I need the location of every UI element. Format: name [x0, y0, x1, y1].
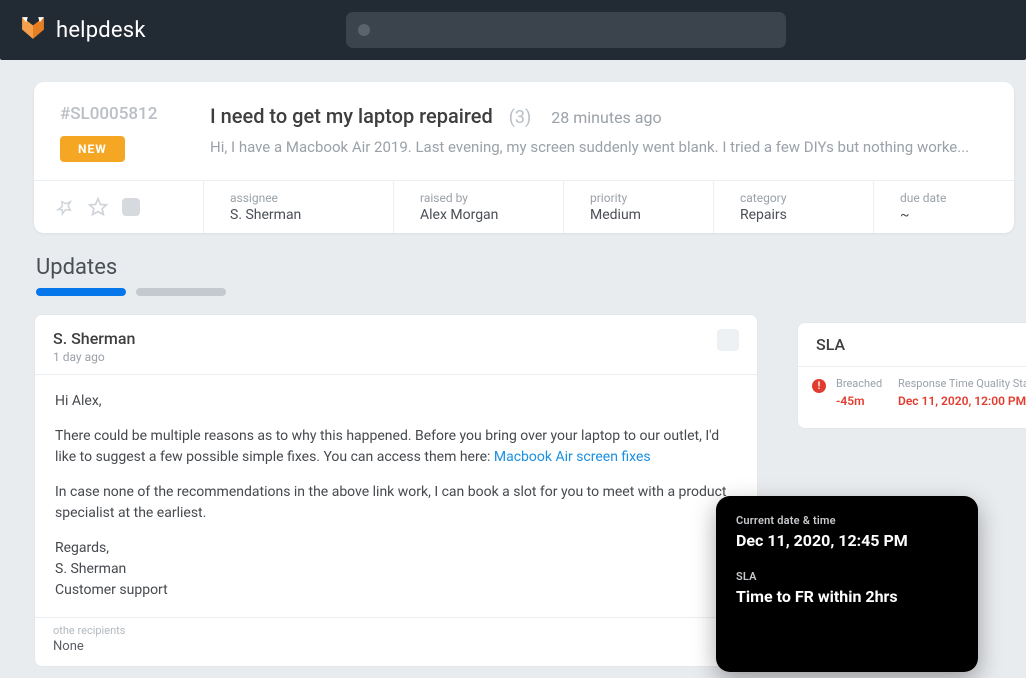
alert-icon: ! — [812, 379, 826, 393]
fixes-link[interactable]: Macbook Air screen fixes — [494, 449, 651, 465]
pin-icon[interactable] — [56, 198, 74, 216]
duedate-value: ~ — [900, 207, 968, 223]
ticket-preview: Hi, I have a Macbook Air 2019. Last even… — [210, 138, 988, 156]
app-name: helpdesk — [56, 18, 146, 43]
sla-delta: -45m — [836, 394, 888, 408]
ticket-age: 28 minutes ago — [551, 108, 661, 127]
other-recipients-label: othe recipients — [53, 624, 739, 637]
ticket-id: #SL0005812 — [60, 104, 210, 124]
updates-progress — [36, 288, 1026, 296]
category-value: Repairs — [740, 207, 847, 223]
raisedby-value: Alex Morgan — [420, 207, 537, 223]
update-select-checkbox[interactable] — [717, 329, 739, 351]
sla-status-label: Breached — [836, 377, 888, 390]
updates-heading: Updates — [36, 255, 1026, 280]
topbar: helpdesk — [0, 0, 1026, 60]
ticket-meta-row: assignee S. Sherman raised by Alex Morga… — [34, 180, 1014, 233]
star-icon[interactable] — [88, 197, 108, 217]
signoff-role: Customer support — [55, 582, 168, 598]
progress-segment — [136, 288, 226, 296]
other-recipients-value: None — [53, 639, 739, 654]
update-time: 1 day ago — [53, 350, 135, 364]
sla-panel: SLA ! Breached -45m Response Time Qualit… — [797, 322, 1026, 429]
search-indicator-icon — [358, 24, 370, 36]
ticket-title: I need to get my laptop repaired — [210, 104, 493, 128]
update-greeting: Hi Alex, — [55, 391, 737, 412]
ticket-card[interactable]: #SL0005812 NEW I need to get my laptop r… — [34, 82, 1014, 233]
update-card: S. Sherman 1 day ago Hi Alex, There coul… — [34, 314, 758, 667]
reply-count: (3) — [509, 107, 532, 128]
duedate-label: due date — [900, 191, 968, 205]
priority-value: Medium — [590, 207, 687, 223]
overlay-datetime-label: Current date & time — [736, 514, 958, 527]
priority-label: priority — [590, 191, 687, 205]
status-badge: NEW — [60, 136, 125, 162]
brand: helpdesk — [20, 15, 146, 45]
update-body: Hi Alex, There could be multiple reasons… — [35, 375, 757, 617]
update-paragraph-1: There could be multiple reasons as to wh… — [55, 426, 737, 468]
progress-segment-active — [36, 288, 126, 296]
sla-standard-label: Response Time Quality Stand — [898, 377, 1026, 390]
assignee-label: assignee — [230, 191, 367, 205]
overlay-sla-label: SLA — [736, 570, 958, 583]
category-label: category — [740, 191, 847, 205]
sla-standard-time: Dec 11, 2020, 12:00 PM — [898, 394, 1026, 408]
overlay-datetime-value: Dec 11, 2020, 12:45 PM — [736, 531, 958, 550]
signoff-regards: Regards, — [55, 540, 109, 556]
sla-heading: SLA — [798, 323, 1026, 367]
fox-logo-icon — [20, 15, 46, 45]
update-paragraph-2: In case none of the recommendations in t… — [55, 482, 737, 524]
search-input[interactable] — [346, 12, 786, 48]
assignee-value: S. Sherman — [230, 207, 367, 223]
overlay-sla-value: Time to FR within 2hrs — [736, 587, 958, 606]
signoff-name: S. Sherman — [55, 561, 126, 577]
update-signoff: Regards, S. Sherman Customer support — [55, 538, 737, 601]
datetime-overlay: Current date & time Dec 11, 2020, 12:45 … — [716, 496, 978, 672]
select-checkbox[interactable] — [122, 198, 140, 216]
update-author: S. Sherman — [53, 329, 135, 348]
raisedby-label: raised by — [420, 191, 537, 205]
